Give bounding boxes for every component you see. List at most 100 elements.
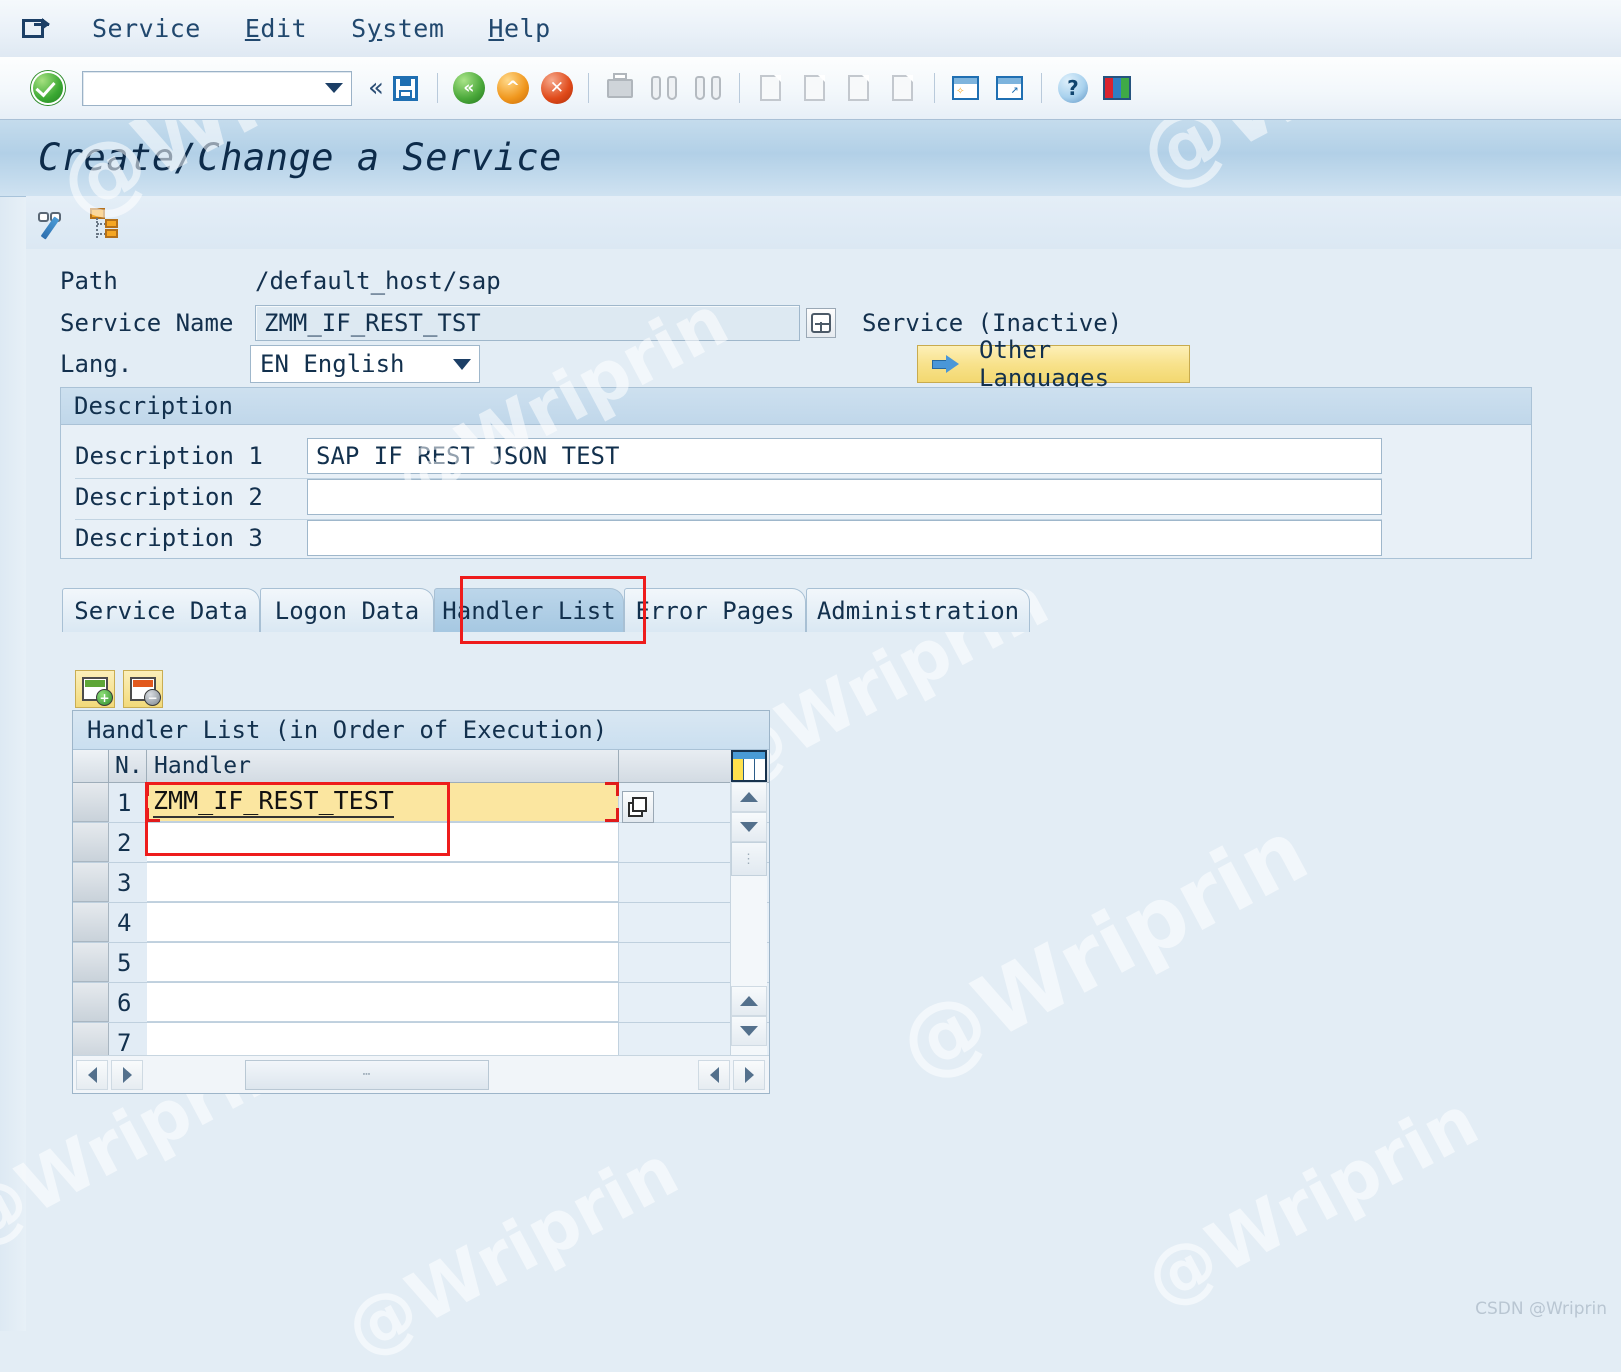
description-3-row: Description 3 [75,520,1382,556]
row-number: 3 [109,863,147,902]
row-selector[interactable] [73,823,109,862]
menu-item-system[interactable]: System [329,14,466,43]
insert-row-button[interactable]: + [75,670,115,708]
scroll-left-button[interactable] [76,1060,108,1090]
display-change-button[interactable] [34,203,76,243]
table-row[interactable]: 5 [73,943,769,983]
first-page-button[interactable] [752,69,790,107]
table-row[interactable]: 1 ZMM_IF_REST_TEST [73,783,769,823]
handler-list-table: Handler List (in Order of Execution) ⋮ N… [72,710,770,1094]
back-button[interactable]: « [450,69,488,107]
scroll-page-down-button[interactable] [731,1016,767,1046]
enter-check-icon[interactable] [31,71,65,105]
handler-input[interactable] [147,983,619,1022]
handler-input[interactable] [147,903,619,942]
handler-input[interactable] [147,943,619,982]
triangle-up-icon [740,996,758,1006]
customize-button[interactable] [1098,69,1136,107]
last-page-button[interactable] [884,69,922,107]
other-languages-button[interactable]: Other Languages [917,345,1190,383]
handler-list-horizontal-scrollbar[interactable]: ⋯ [73,1055,769,1093]
tab-label: Administration [817,597,1019,625]
horizontal-scroll-track[interactable]: ⋯ [145,1060,693,1090]
service-name-value-help-button[interactable] [806,308,836,338]
find-next-button[interactable] [689,69,727,107]
tab-error-pages[interactable]: Error Pages [624,588,806,632]
window-icon[interactable] [22,16,52,42]
next-page-button[interactable] [840,69,878,107]
handler-list-body: ⋮ N. Handler 1 ZMM_IF_REST_TEST 2 [73,750,769,1058]
row-selector[interactable] [73,943,109,982]
table-row[interactable]: 6 [73,983,769,1023]
row-number: 2 [109,823,147,862]
triangle-down-icon [740,822,758,832]
scroll-col-right-button[interactable] [733,1060,765,1090]
handler-input[interactable] [147,863,619,902]
command-input[interactable] [83,71,351,106]
binoculars-plus-icon [695,76,721,100]
print-button[interactable] [601,69,639,107]
path-label: Path [60,267,255,295]
menu-item-service[interactable]: Service [70,14,223,43]
lang-select[interactable]: EN English [250,345,480,383]
row-number: 4 [109,903,147,942]
scroll-up-button[interactable] [731,782,767,812]
select-all-cell[interactable] [73,750,109,782]
scroll-col-left-button[interactable] [698,1060,730,1090]
table-row[interactable]: 3 [73,863,769,903]
exit-button[interactable]: ^ [494,69,532,107]
scroll-right-button[interactable] [111,1060,143,1090]
row-selector[interactable] [73,903,109,942]
page-title: Create/Change a Service [38,136,562,179]
delete-row-button[interactable]: − [123,670,163,708]
vertical-scroll-thumb[interactable]: ⋮ [731,842,767,876]
cancel-button[interactable]: ✕ [538,69,576,107]
tab-administration[interactable]: Administration [806,588,1030,632]
previous-page-button[interactable] [796,69,834,107]
orange-up-arrow-icon: ^ [497,72,529,104]
description-1-input[interactable]: SAP IF REST JSON TEST [307,438,1382,474]
double-chevron-left-icon[interactable]: « [368,73,384,103]
focus-bracket-icon [146,808,160,822]
lang-select-value: EN English [260,350,405,378]
description-1-label: Description 1 [75,442,307,470]
create-session-button[interactable]: ✧ [947,69,985,107]
row-selector[interactable] [73,863,109,902]
csdn-watermark: CSDN @Wriprin [1475,1299,1607,1319]
triangle-left-icon [710,1067,719,1083]
lang-row: Lang. EN English Other Languages [60,345,1190,383]
save-button[interactable] [387,69,425,107]
handler-input[interactable]: ZMM_IF_REST_TEST [147,783,619,822]
horizontal-scroll-thumb[interactable]: ⋯ [245,1060,489,1090]
description-2-input[interactable] [307,479,1382,515]
menu-item-edit[interactable]: Edit [223,14,329,43]
row-selector[interactable] [73,983,109,1022]
find-button[interactable] [645,69,683,107]
column-header-n[interactable]: N. [109,750,147,782]
table-row[interactable]: 4 [73,903,769,943]
scroll-page-up-button[interactable] [731,986,767,1016]
tab-service-data[interactable]: Service Data [62,588,260,632]
service-name-input[interactable]: ZMM_IF_REST_TST [255,305,800,341]
create-shortcut-button[interactable]: ↗ [991,69,1029,107]
triangle-right-icon [123,1067,132,1083]
menu-item-help[interactable]: Help [466,14,572,43]
focus-bracket-icon [605,782,619,796]
scroll-down-button[interactable] [731,812,767,842]
column-settings-icon[interactable] [731,750,767,782]
handler-list-toolbar: + − [75,670,163,708]
handler-input[interactable] [147,823,619,862]
column-header-handler[interactable]: Handler [147,750,619,782]
tab-handler-list[interactable]: Handler List [434,588,624,632]
handler-list-vertical-scrollbar[interactable]: ⋮ [730,782,767,1058]
service-name-row: Service Name ZMM_IF_REST_TST Service (In… [60,305,1122,341]
handler-value-help-button[interactable] [622,791,654,823]
row-selector[interactable] [73,783,109,822]
table-row[interactable]: 2 [73,823,769,863]
tab-logon-data[interactable]: Logon Data [260,588,434,632]
help-button[interactable]: ? [1054,69,1092,107]
chevron-down-icon[interactable] [325,83,343,93]
command-field[interactable] [82,71,352,106]
description-3-input[interactable] [307,520,1382,556]
structure-button[interactable] [84,203,126,243]
